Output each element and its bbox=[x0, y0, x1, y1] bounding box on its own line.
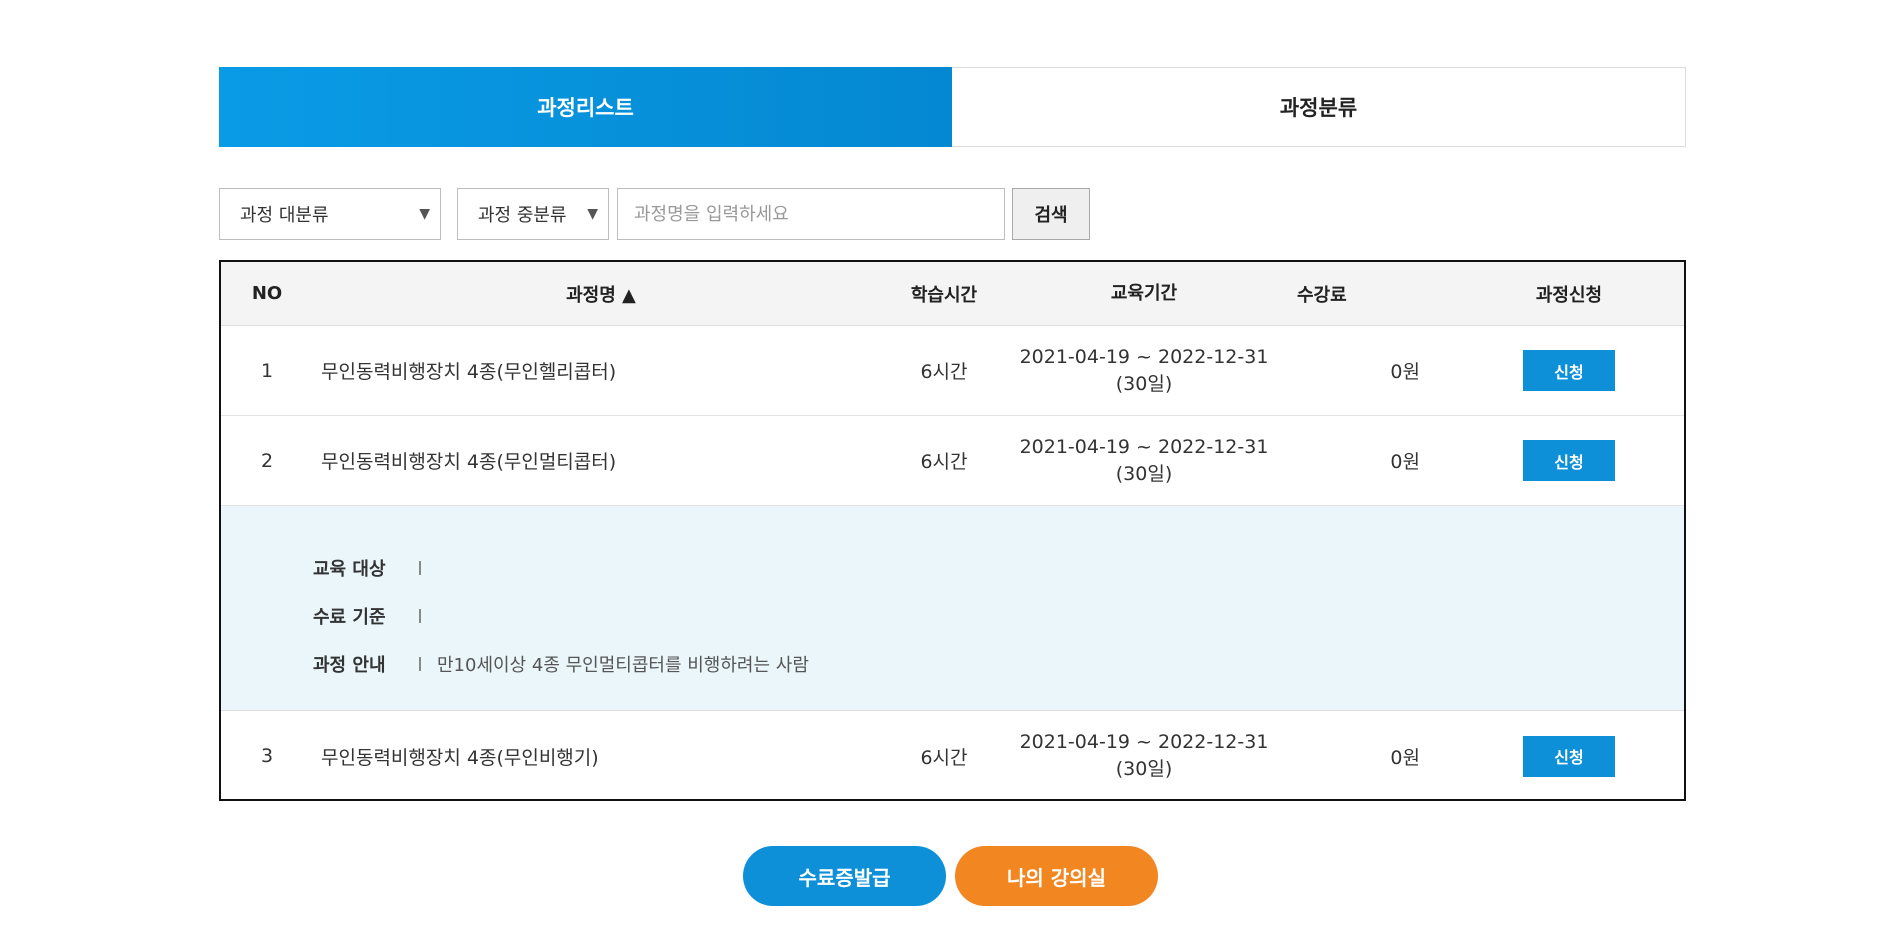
apply-button[interactable]: 신청 bbox=[1523, 350, 1615, 391]
dropdown-arrow-icon: ▼ bbox=[419, 206, 430, 222]
row-title[interactable]: 무인동력비행장치 4종(무인헬리콥터) bbox=[313, 357, 889, 384]
detail-guide-label: 과정 안내 bbox=[313, 655, 386, 676]
period-range: 2021-04-19 ~ 2022-12-31 bbox=[1019, 731, 1269, 753]
row-no: 2 bbox=[260, 449, 274, 472]
detail-guide-value: 만10세이상 4종 무인멀티콥터를 비행하려는 사람 bbox=[437, 655, 809, 676]
row-no: 1 bbox=[260, 359, 274, 382]
period-range: 2021-04-19 ~ 2022-12-31 bbox=[1019, 435, 1269, 458]
period-range: 2021-04-19 ~ 2022-12-31 bbox=[1019, 345, 1269, 368]
table-header: NO 과정명 ▲ 학습시간 교육기간 수강료 과정신청 bbox=[221, 262, 1684, 326]
apply-button[interactable]: 신청 bbox=[1523, 735, 1615, 777]
tab-course-category[interactable]: 과정분류 bbox=[952, 68, 1685, 146]
header-apply: 과정신청 bbox=[1535, 284, 1603, 306]
detail-divider bbox=[419, 609, 421, 623]
detail-target: 교육 대상 bbox=[313, 544, 1684, 592]
row-time: 6시간 bbox=[920, 361, 968, 383]
detail-guide: 과정 안내 만10세이상 4종 무인멀티콥터를 비행하려는 사람 bbox=[313, 640, 1684, 688]
row-no: 3 bbox=[260, 745, 274, 767]
category-major-label: 과정 대분류 bbox=[240, 205, 329, 226]
row-time: 6시간 bbox=[920, 451, 968, 473]
row-fee: 0원 bbox=[1390, 451, 1420, 473]
bottom-actions: 수료증발급 나의 강의실 bbox=[743, 846, 1158, 906]
certificate-button[interactable]: 수료증발급 bbox=[743, 846, 946, 906]
detail-divider bbox=[419, 561, 421, 575]
detail-criteria-label: 수료 기준 bbox=[313, 607, 386, 628]
period-days: (30일) bbox=[1115, 372, 1173, 395]
category-major-select[interactable]: 과정 대분류 ▼ bbox=[219, 188, 441, 240]
apply-button[interactable]: 신청 bbox=[1523, 440, 1615, 481]
dropdown-arrow-icon: ▼ bbox=[587, 206, 598, 222]
course-tabs: 과정리스트 과정분류 bbox=[219, 67, 1686, 147]
row-apply-cell: 신청 bbox=[1434, 440, 1684, 481]
header-fee: 수강료 bbox=[1297, 284, 1347, 306]
row-title[interactable]: 무인동력비행장치 4종(무인멀티콥터) bbox=[313, 447, 889, 474]
row-time: 6시간 bbox=[920, 746, 968, 769]
header-no: NO bbox=[251, 283, 283, 304]
detail-criteria: 수료 기준 bbox=[313, 592, 1684, 640]
row-apply-cell: 신청 bbox=[1434, 350, 1684, 391]
course-search-input[interactable] bbox=[617, 188, 1005, 240]
row-period: 2021-04-19 ~ 2022-12-31 (30일) bbox=[999, 729, 1289, 783]
detail-target-label: 교육 대상 bbox=[313, 559, 386, 580]
table-row[interactable]: 1 무인동력비행장치 4종(무인헬리콥터) 6시간 2021-04-19 ~ 2… bbox=[221, 326, 1684, 416]
course-detail-panel: 교육 대상 수료 기준 과정 안내 만10세이상 4종 무인멀티콥터를 비행하려… bbox=[221, 506, 1684, 711]
detail-divider bbox=[419, 657, 421, 671]
header-period: 교육기간 bbox=[1110, 283, 1178, 304]
period-days: (30일) bbox=[1115, 758, 1173, 780]
row-fee: 0원 bbox=[1390, 361, 1420, 383]
table-row[interactable]: 2 무인동력비행장치 4종(무인멀티콥터) 6시간 2021-04-19 ~ 2… bbox=[221, 416, 1684, 506]
course-table: NO 과정명 ▲ 학습시간 교육기간 수강료 과정신청 1 무인동력비행장치 4… bbox=[219, 260, 1686, 801]
row-fee: 0원 bbox=[1390, 746, 1420, 769]
search-button[interactable]: 검색 bbox=[1012, 188, 1090, 240]
my-classroom-button[interactable]: 나의 강의실 bbox=[955, 846, 1158, 906]
row-period: 2021-04-19 ~ 2022-12-31 (30일) bbox=[999, 434, 1289, 488]
period-days: (30일) bbox=[1115, 462, 1173, 485]
row-period: 2021-04-19 ~ 2022-12-31 (30일) bbox=[999, 344, 1289, 398]
category-middle-select[interactable]: 과정 중분류 ▼ bbox=[457, 188, 609, 240]
search-filters: 과정 대분류 ▼ 과정 중분류 ▼ 검색 bbox=[219, 188, 1090, 240]
category-middle-label: 과정 중분류 bbox=[478, 205, 567, 226]
tab-course-list[interactable]: 과정리스트 bbox=[219, 67, 952, 147]
header-time: 학습시간 bbox=[910, 284, 978, 306]
row-title[interactable]: 무인동력비행장치 4종(무인비행기) bbox=[313, 743, 889, 770]
header-title-sort[interactable]: 과정명 ▲ bbox=[313, 281, 889, 307]
table-row[interactable]: 3 무인동력비행장치 4종(무인비행기) 6시간 2021-04-19 ~ 20… bbox=[221, 711, 1684, 799]
row-apply-cell: 신청 bbox=[1434, 735, 1684, 777]
